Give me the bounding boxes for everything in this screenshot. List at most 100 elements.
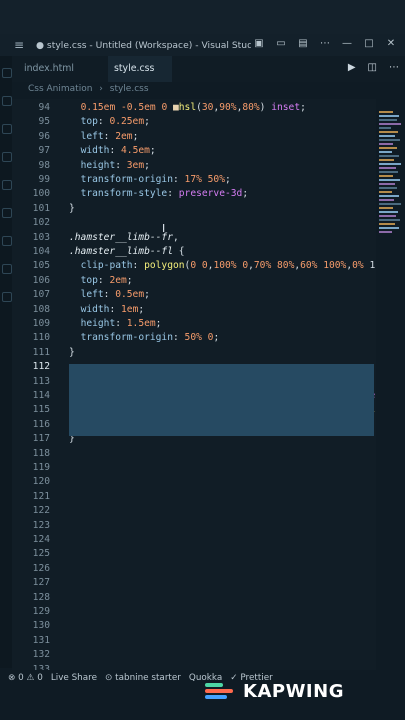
minimap-line bbox=[379, 175, 393, 177]
minimap-line bbox=[379, 159, 394, 161]
code-line[interactable]: height: 3em; bbox=[69, 160, 385, 171]
line-number: 112 bbox=[32, 361, 50, 373]
line-number: 124 bbox=[32, 534, 50, 545]
line-number: 104 bbox=[32, 246, 50, 257]
line-number: 121 bbox=[32, 490, 50, 502]
minimap-line bbox=[379, 171, 398, 173]
run-icon[interactable]: ▶ bbox=[348, 62, 356, 73]
line-number: 109 bbox=[32, 318, 50, 329]
minimap-line bbox=[379, 203, 401, 205]
minimap-line bbox=[379, 223, 395, 225]
extensions-icon[interactable] bbox=[2, 180, 12, 190]
source-control-icon[interactable] bbox=[2, 124, 12, 134]
minimap-line bbox=[379, 187, 397, 189]
code-line[interactable]: height: 1.5em; bbox=[69, 318, 385, 329]
code-line[interactable]: left: 0.5em; bbox=[69, 289, 385, 300]
code-line[interactable]: .hamster__limb--fr, bbox=[69, 232, 385, 243]
line-number: 99 bbox=[38, 174, 50, 185]
minimap-line bbox=[379, 219, 400, 221]
code-line[interactable]: } bbox=[69, 203, 385, 214]
explorer-icon[interactable] bbox=[2, 68, 12, 78]
close-icon[interactable]: ✕ bbox=[385, 38, 397, 50]
line-number: 102 bbox=[32, 217, 50, 229]
breadcrumb-file[interactable]: style.css bbox=[110, 84, 149, 94]
code-line[interactable]: transform-style: preserve-3d; bbox=[69, 188, 385, 199]
minimap[interactable] bbox=[376, 99, 405, 670]
line-number: 126 bbox=[32, 562, 50, 574]
search-icon[interactable] bbox=[2, 96, 12, 106]
problems-status[interactable]: ⊗ 0 ⚠ 0 bbox=[8, 673, 43, 683]
minimize-icon[interactable]: — bbox=[341, 38, 353, 50]
tab-style-css[interactable]: style.css bbox=[108, 56, 173, 82]
code-line[interactable]: transform-origin: 50% 0; bbox=[69, 332, 385, 343]
line-number: 108 bbox=[32, 303, 50, 315]
line-number: 103 bbox=[32, 231, 50, 243]
code-editor[interactable]: 94 95 96 97 98 99 100 101 102 103 104 105 106 107 108 1… bbox=[12, 99, 376, 675]
line-number: 98 bbox=[38, 159, 50, 171]
vscode-window: ≡ ● style.css - Untitled (Workspace) - V… bbox=[0, 0, 405, 720]
live-share-status[interactable]: Live Share bbox=[51, 673, 97, 683]
code-line[interactable]: top: 2em; bbox=[69, 275, 385, 286]
line-number: 94 bbox=[38, 102, 50, 113]
code-line[interactable]: width: 4.5em; bbox=[69, 145, 385, 156]
code-line[interactable]: left: 2em; bbox=[69, 131, 385, 142]
settings-icon[interactable]: ⋯ bbox=[319, 38, 331, 50]
more-actions-icon[interactable]: ⋯ bbox=[389, 62, 399, 73]
panel-icon[interactable]: ▭ bbox=[275, 38, 287, 50]
tab-index-html[interactable]: index.html bbox=[24, 56, 74, 82]
split-editor-icon[interactable]: ◫ bbox=[368, 62, 377, 73]
minimap-line bbox=[379, 215, 396, 217]
minimap-line bbox=[379, 135, 395, 137]
line-number: 115 bbox=[32, 404, 50, 416]
code-line[interactable]: 0.15em -0.5em 0 ■hsl(30,90%,80%) inset; bbox=[69, 102, 385, 113]
gear-icon[interactable] bbox=[2, 292, 12, 302]
test-icon[interactable] bbox=[2, 236, 12, 246]
sidebar-icon[interactable]: ▤ bbox=[297, 38, 309, 50]
line-number: 117 bbox=[32, 433, 50, 445]
minimap-line bbox=[379, 231, 392, 233]
breadcrumb-folder[interactable]: Css Animation bbox=[28, 84, 92, 94]
minimap-line bbox=[379, 227, 399, 229]
line-number: 118 bbox=[32, 447, 50, 459]
minimap-line bbox=[379, 119, 397, 121]
line-number: 95 bbox=[38, 116, 50, 128]
code-line[interactable]: top: 0.25em; bbox=[69, 116, 385, 127]
line-number: 125 bbox=[32, 548, 50, 560]
minimap-line bbox=[379, 155, 399, 157]
activity-bar bbox=[0, 56, 12, 668]
maximize-icon[interactable]: □ bbox=[363, 38, 375, 50]
minimap-line bbox=[379, 139, 400, 141]
selection-highlight bbox=[69, 364, 374, 436]
line-number: 100 bbox=[32, 188, 50, 200]
minimap-line bbox=[379, 207, 393, 209]
code-line[interactable]: } bbox=[69, 347, 385, 358]
line-number: 105 bbox=[32, 260, 50, 272]
code-line[interactable]: clip-path: polygon(0 0,100% 0,70% 80%,60… bbox=[69, 260, 385, 271]
minimap-line bbox=[379, 123, 401, 125]
line-number-gutter: 94 95 96 97 98 99 100 101 102 103 104 105 106 107 108 1… bbox=[12, 99, 62, 675]
line-number: 127 bbox=[32, 577, 50, 589]
code-line[interactable]: width: 1em; bbox=[69, 304, 385, 315]
account-icon[interactable] bbox=[2, 264, 12, 274]
top-bar bbox=[0, 0, 405, 34]
code-line[interactable]: .hamster__limb--fl { bbox=[69, 246, 385, 257]
tabnine-status[interactable]: ⊙ tabnine starter bbox=[105, 673, 181, 683]
layout-icon[interactable]: ▣ bbox=[253, 38, 265, 50]
kapwing-logo bbox=[205, 682, 235, 700]
minimap-line bbox=[379, 151, 392, 153]
line-number: 120 bbox=[32, 476, 50, 488]
minimap-line bbox=[379, 147, 397, 149]
remote-icon[interactable] bbox=[2, 208, 12, 218]
debug-icon[interactable] bbox=[2, 152, 12, 162]
minimap-line bbox=[379, 143, 393, 145]
line-number: 107 bbox=[32, 289, 50, 301]
mouse-cursor: I bbox=[162, 222, 166, 235]
code-line[interactable]: transform-origin: 17% 50%; bbox=[69, 174, 385, 185]
minimap-line bbox=[379, 211, 398, 213]
window-controls: ▣ ▭ ▤ ⋯ — □ ✕ bbox=[253, 38, 397, 50]
line-number: 132 bbox=[32, 649, 50, 661]
line-number: 128 bbox=[32, 591, 50, 603]
minimap-line bbox=[379, 191, 392, 193]
menu-icon[interactable]: ≡ bbox=[14, 38, 28, 52]
line-number: 131 bbox=[32, 634, 50, 646]
